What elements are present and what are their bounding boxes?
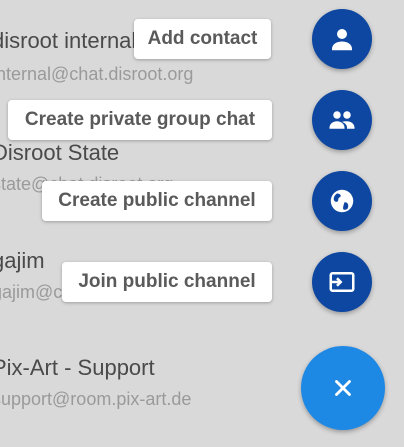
close-icon bbox=[335, 380, 351, 396]
contact-address: support@room.pix-art.de bbox=[0, 389, 192, 409]
person-icon bbox=[332, 29, 352, 51]
create-private-group-chat-button[interactable] bbox=[312, 90, 372, 150]
globe-icon bbox=[330, 189, 354, 213]
create-public-channel-button[interactable] bbox=[312, 171, 372, 231]
join-public-channel-button[interactable] bbox=[312, 252, 372, 312]
group-icon bbox=[329, 111, 355, 129]
add-contact-label[interactable]: Add contact bbox=[134, 19, 271, 59]
contact-name[interactable]: Disroot State bbox=[0, 140, 119, 166]
close-speed-dial-button[interactable] bbox=[301, 346, 385, 430]
contact-name[interactable]: gajim bbox=[0, 248, 45, 274]
contact-name[interactable]: disroot internal bbox=[0, 28, 136, 54]
add-contact-button[interactable] bbox=[312, 9, 372, 69]
join-public-channel-label[interactable]: Join public channel bbox=[62, 262, 272, 302]
input-icon bbox=[329, 272, 355, 292]
create-public-channel-label[interactable]: Create public channel bbox=[42, 181, 272, 221]
contact-address: internal@chat.disroot.org bbox=[0, 64, 194, 84]
contact-name[interactable]: Pix-Art - Support bbox=[0, 355, 155, 381]
create-private-group-chat-label[interactable]: Create private group chat bbox=[8, 100, 272, 140]
